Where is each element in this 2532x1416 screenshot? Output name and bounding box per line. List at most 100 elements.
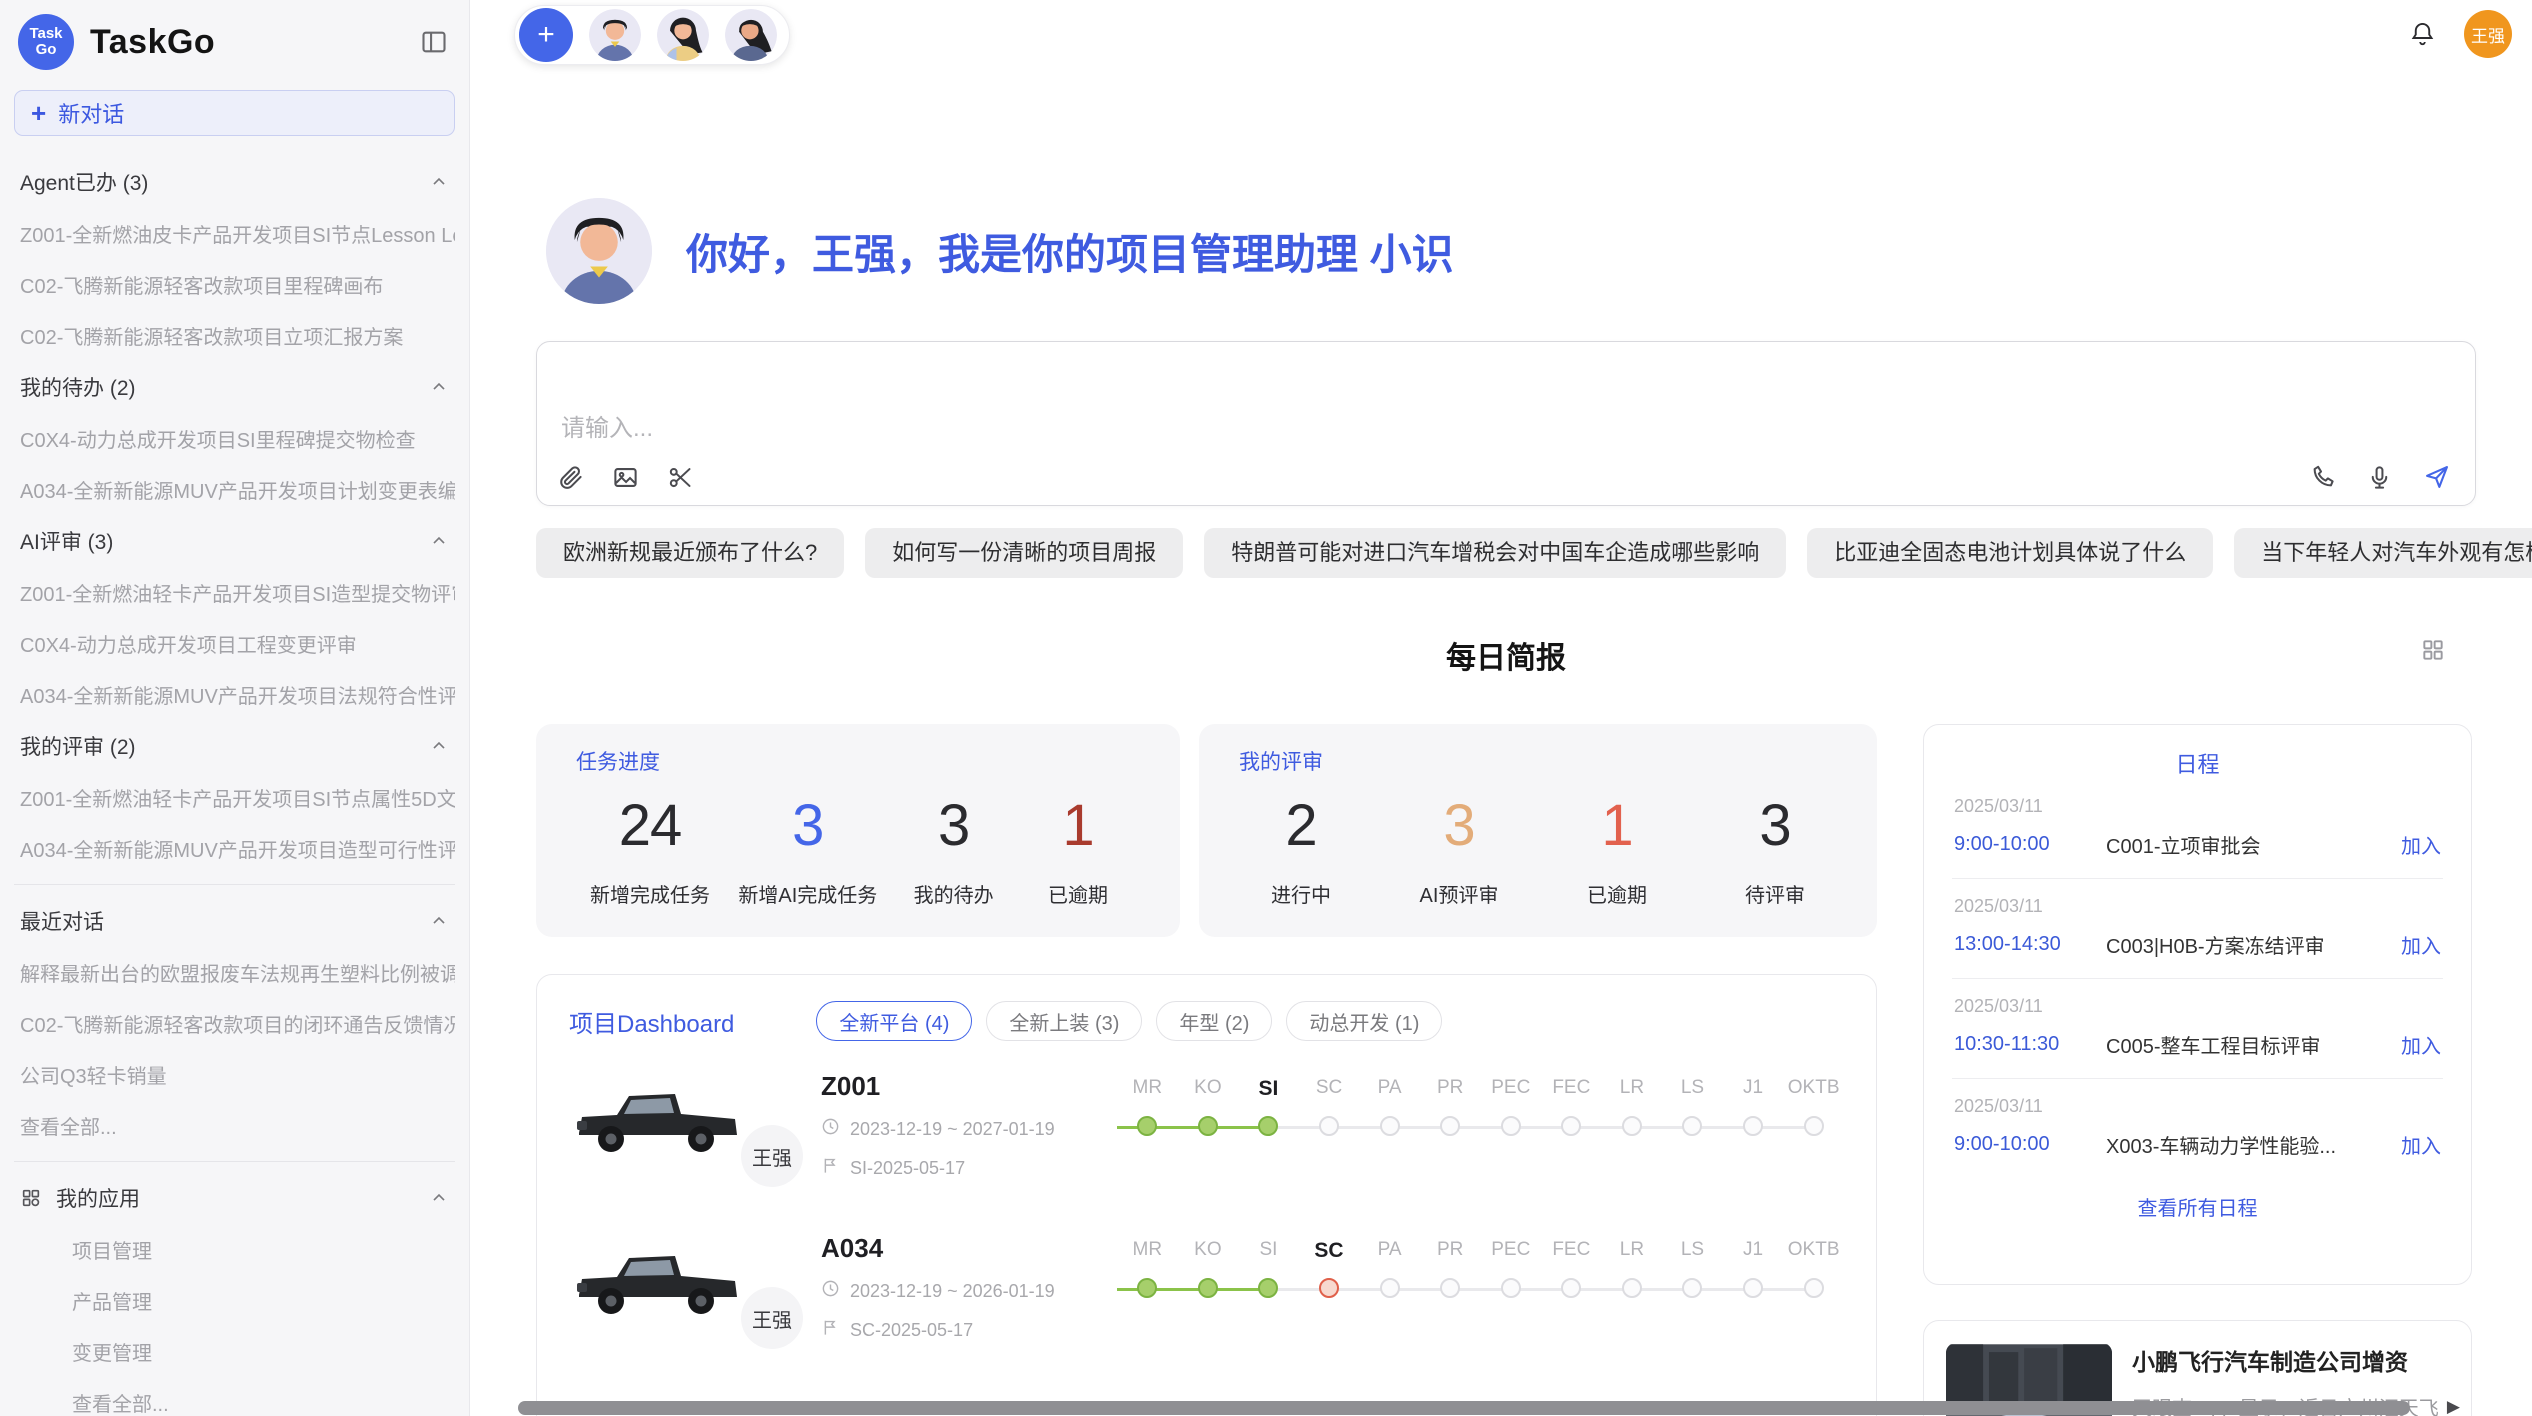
milestone: J1 [1723, 1077, 1784, 1213]
scissors-icon[interactable] [667, 464, 694, 491]
milestone-dot[interactable] [1561, 1116, 1581, 1136]
sidebar-collapse-icon[interactable] [417, 25, 451, 59]
sidebar-task-item[interactable]: C0X4-动力总成开发项目工程变更评审 [14, 618, 455, 669]
sidebar-task-item[interactable]: A034-全新新能源MUV产品开发项目计划变更表编写 [14, 464, 455, 515]
sidebar-task-item[interactable]: C02-飞腾新能源轻客改款项目立项汇报方案 [14, 310, 455, 361]
sidebar-group-header[interactable]: 我的应用 [14, 1172, 455, 1224]
milestone-label: J1 [1743, 1077, 1763, 1107]
sidebar-task-item[interactable]: C02-飞腾新能源轻客改款项目里程碑画布 [14, 259, 455, 310]
stat-label: AI预评审 [1411, 879, 1507, 908]
milestone-label: FEC [1552, 1239, 1590, 1269]
new-chat-button[interactable]: + 新对话 [14, 90, 455, 136]
milestone-dot[interactable] [1682, 1278, 1702, 1298]
milestone-dot[interactable] [1319, 1116, 1339, 1136]
milestone-dot[interactable] [1501, 1116, 1521, 1136]
join-meeting-link[interactable]: 加入 [2401, 830, 2441, 859]
agent-avatar-2[interactable] [657, 9, 709, 61]
horizontal-scrollbar[interactable] [518, 1401, 2410, 1415]
sidebar-group-header[interactable]: AI评审 (3) [14, 515, 455, 567]
milestone-dot[interactable] [1622, 1116, 1642, 1136]
sidebar-group-recent: 最近对话解释最新出台的欧盟报废车法规再生塑料比例被调至15%...C02-飞腾新… [14, 895, 455, 1151]
dashboard-tab[interactable]: 动总开发 (1) [1286, 1001, 1442, 1041]
milestone-dot[interactable] [1804, 1116, 1824, 1136]
chevron-up-icon[interactable] [429, 377, 449, 397]
dashboard-tab[interactable]: 全新平台 (4) [816, 1001, 972, 1041]
recent-chat-item[interactable]: 公司Q3轻卡销量 [14, 1049, 455, 1100]
project-row[interactable]: 王强Z0012023-12-19 ~ 2027-01-19SI-2025-05-… [537, 1051, 1876, 1213]
dashboard-header: 项目Dashboard 全新平台 (4)全新上装 (3)年型 (2)动总开发 (… [537, 975, 1876, 1051]
app-item[interactable]: 变更管理 [14, 1326, 455, 1377]
milestone: FEC [1541, 1239, 1602, 1375]
sidebar-task-item[interactable]: Z001-全新燃油轻卡产品开发项目SI造型提交物评审 [14, 567, 455, 618]
join-meeting-link[interactable]: 加入 [2401, 1030, 2441, 1059]
project-dates: 2023-12-19 ~ 2026-01-19 [821, 1279, 1117, 1303]
view-all-schedule-link[interactable]: 查看所有日程 [1952, 1178, 2443, 1235]
dashboard-tab[interactable]: 年型 (2) [1156, 1001, 1272, 1041]
app-item[interactable]: 项目管理 [14, 1224, 455, 1275]
milestone-label: LS [1681, 1239, 1704, 1269]
milestone-dot[interactable] [1561, 1278, 1581, 1298]
milestone-label: OKTB [1788, 1239, 1840, 1269]
dashboard-tab[interactable]: 全新上装 (3) [986, 1001, 1142, 1041]
milestone-dot[interactable] [1258, 1278, 1278, 1298]
chevron-up-icon[interactable] [429, 172, 449, 192]
milestone-dot[interactable] [1743, 1116, 1763, 1136]
milestone-dot[interactable] [1319, 1278, 1339, 1298]
milestone-dot[interactable] [1804, 1278, 1824, 1298]
milestone-dot[interactable] [1137, 1278, 1157, 1298]
chevron-up-icon[interactable] [429, 1188, 449, 1208]
milestone-dot[interactable] [1380, 1116, 1400, 1136]
notification-bell-icon[interactable] [2409, 20, 2436, 52]
app-item[interactable]: 产品管理 [14, 1275, 455, 1326]
milestone-dot[interactable] [1137, 1116, 1157, 1136]
sidebar-group-header[interactable]: 我的待办 (2) [14, 361, 455, 413]
chevron-up-icon[interactable] [429, 736, 449, 756]
recent-chat-item[interactable]: 解释最新出台的欧盟报废车法规再生塑料比例被调至15%... [14, 947, 455, 998]
sidebar-group-header[interactable]: Agent已办 (3) [14, 156, 455, 208]
suggestion-chip[interactable]: 如何写一份清晰的项目周报 [865, 528, 1183, 578]
sidebar-group-header[interactable]: 我的评审 (2) [14, 720, 455, 772]
view-all-apps-link[interactable]: 查看全部... [14, 1377, 455, 1416]
project-row[interactable]: 王强A0342023-12-19 ~ 2026-01-19SC-2025-05-… [537, 1213, 1876, 1375]
sidebar-task-item[interactable]: A034-全新新能源MUV产品开发项目法规符合性评审 [14, 669, 455, 720]
milestone-dot[interactable] [1440, 1278, 1460, 1298]
send-icon[interactable] [2423, 463, 2451, 491]
sidebar-task-item[interactable]: C0X4-动力总成开发项目SI里程碑提交物检查 [14, 413, 455, 464]
milestone-dot[interactable] [1198, 1116, 1218, 1136]
milestone-dot[interactable] [1622, 1278, 1642, 1298]
sidebar-group-header[interactable]: 最近对话 [14, 895, 455, 947]
join-meeting-link[interactable]: 加入 [2401, 930, 2441, 959]
sidebar-task-item[interactable]: A034-全新新能源MUV产品开发项目造型可行性评审 [14, 823, 455, 874]
milestone: OKTB [1783, 1239, 1844, 1375]
chevron-up-icon[interactable] [429, 531, 449, 551]
chat-composer[interactable]: 请输入... [536, 341, 2476, 506]
join-meeting-link[interactable]: 加入 [2401, 1130, 2441, 1159]
scroll-right-arrow[interactable]: ▶ [2447, 1397, 2460, 1416]
suggestion-chip[interactable]: 比亚迪全固态电池计划具体说了什么 [1807, 528, 2213, 578]
milestone-dot[interactable] [1380, 1278, 1400, 1298]
milestone-dot[interactable] [1682, 1116, 1702, 1136]
suggestion-chip[interactable]: 特朗普可能对进口汽车增税会对中国车企造成哪些影响 [1204, 528, 1786, 578]
chevron-up-icon[interactable] [429, 911, 449, 931]
view-all-chats-link[interactable]: 查看全部... [14, 1100, 455, 1151]
sidebar-task-item[interactable]: Z001-全新燃油轻卡产品开发项目SI节点属性5D文件评审 [14, 772, 455, 823]
milestone-dot[interactable] [1743, 1278, 1763, 1298]
stat-value: 3 [1727, 792, 1823, 859]
milestone-dot[interactable] [1198, 1278, 1218, 1298]
milestone-dot[interactable] [1501, 1278, 1521, 1298]
user-avatar[interactable]: 王强 [2464, 10, 2512, 58]
sidebar-task-item[interactable]: Z001-全新燃油皮卡产品开发项目SI节点Lesson Learn报告 [14, 208, 455, 259]
recent-chat-item[interactable]: C02-飞腾新能源轻客改款项目的闭环通告反馈情况 [14, 998, 455, 1049]
image-icon[interactable] [612, 464, 639, 491]
layout-grid-icon[interactable] [2420, 637, 2446, 668]
suggestion-chip[interactable]: 当下年轻人对汽车外观有怎样的喜好趋势 [2234, 528, 2532, 578]
milestone-dot[interactable] [1440, 1116, 1460, 1136]
attachment-icon[interactable] [557, 464, 584, 491]
suggestion-chip[interactable]: 欧洲新规最近颁布了什么? [536, 528, 844, 578]
milestone-dot[interactable] [1258, 1116, 1278, 1136]
voice-call-icon[interactable] [2309, 464, 2336, 491]
microphone-icon[interactable] [2366, 464, 2393, 491]
add-agent-button[interactable]: + [519, 8, 573, 62]
agent-avatar-3[interactable] [725, 9, 777, 61]
agent-avatar-1[interactable] [589, 9, 641, 61]
